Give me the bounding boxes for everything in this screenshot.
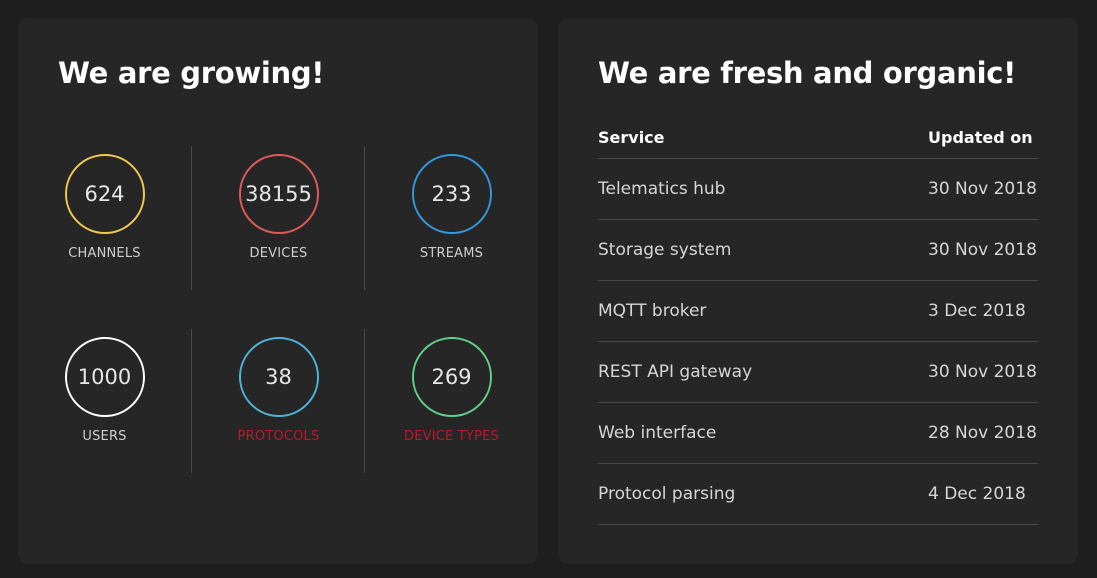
table-row: Protocol parsing 4 Dec 2018 [598,463,1038,525]
growing-card: We are growing! 624 CHANNELS 38155 DEVIC… [18,18,538,564]
stat-label: STREAMS [419,246,484,261]
service-name: Telematics hub [598,158,928,220]
updated-date: 4 Dec 2018 [928,463,1038,525]
table-row: Web interface 28 Nov 2018 [598,402,1038,464]
stat-label: DEVICES [249,246,308,261]
table-row: Storage system 30 Nov 2018 [598,219,1038,281]
table-row: MQTT broker 3 Dec 2018 [598,280,1038,342]
stat-users: 1000 USERS [18,329,191,473]
stat-streams: 233 STREAMS [364,146,538,290]
stat-ring: 38 [238,337,319,417]
service-column-header: Service [598,116,928,159]
table-row: REST API gateway 30 Nov 2018 [598,341,1038,403]
stat-ring: 269 [411,337,492,417]
stat-label: CHANNELS [68,246,141,261]
protocols-link[interactable]: PROTOCOLS [192,429,365,444]
stat-channels: 624 CHANNELS [18,146,191,290]
stats-row: 1000 USERS 38 PROTOCOLS 269 DEVICE TYPES [18,329,538,473]
stat-label: USERS [82,429,127,444]
service-name: Web interface [598,402,928,464]
stat-protocols: 38 PROTOCOLS [191,329,365,473]
device-types-link[interactable]: DEVICE TYPES [365,429,538,444]
updated-date: 30 Nov 2018 [928,158,1038,220]
fresh-title: We are fresh and organic! [598,56,1017,90]
fresh-card: We are fresh and organic! Service Update… [558,18,1078,564]
stat-device-types: 269 DEVICE TYPES [364,329,538,473]
service-name: Protocol parsing [598,463,928,525]
growing-title: We are growing! [58,56,325,90]
stats-row: 624 CHANNELS 38155 DEVICES 233 STREAMS [18,146,538,290]
service-name: REST API gateway [598,341,928,403]
stat-ring: 1000 [64,337,145,417]
updated-date: 28 Nov 2018 [928,402,1038,464]
table-header-row: Service Updated on [598,116,1038,159]
stat-ring: 624 [64,154,145,234]
services-table: Service Updated on Telematics hub 30 Nov… [598,116,1038,525]
service-name: MQTT broker [598,280,928,342]
stat-ring: 233 [411,154,492,234]
updated-column-header: Updated on [928,116,1038,159]
stat-ring: 38155 [238,154,319,234]
service-name: Storage system [598,219,928,281]
table-row: Telematics hub 30 Nov 2018 [598,158,1038,220]
updated-date: 3 Dec 2018 [928,280,1038,342]
updated-date: 30 Nov 2018 [928,341,1038,403]
updated-date: 30 Nov 2018 [928,219,1038,281]
stat-devices: 38155 DEVICES [191,146,365,290]
